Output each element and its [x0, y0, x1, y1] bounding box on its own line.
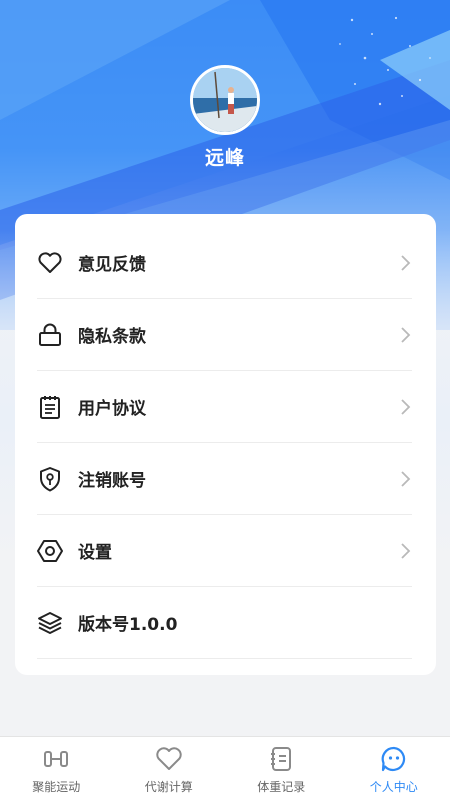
- username: 远峰: [204, 147, 245, 169]
- chevron-right-icon: [398, 397, 412, 417]
- tab-profile[interactable]: 个人中心: [338, 737, 450, 800]
- menu-item-privacy[interactable]: 隐私条款: [37, 299, 412, 371]
- menu-card: 意见反馈 隐私条款 用户协议 注销账号 设置 版本号1.0.0: [15, 214, 436, 675]
- heart-icon: [155, 745, 183, 773]
- hexagon-settings-icon: [37, 538, 63, 564]
- menu-item-user-agreement[interactable]: 用户协议: [37, 371, 412, 443]
- tab-label: 个人中心: [369, 780, 418, 794]
- chevron-right-icon: [398, 541, 412, 561]
- menu-item-label: 注销账号: [78, 471, 146, 491]
- tab-label: 代谢计算: [144, 780, 193, 794]
- face-icon: [380, 745, 408, 773]
- dumbbell-icon: [42, 745, 70, 773]
- menu-item-label: 意见反馈: [78, 255, 146, 275]
- menu-item-delete-account[interactable]: 注销账号: [37, 443, 412, 515]
- menu-item-settings[interactable]: 设置: [37, 515, 412, 587]
- chevron-right-icon: [398, 253, 412, 273]
- menu-item-label: 设置: [78, 543, 112, 563]
- layers-icon: [37, 610, 63, 636]
- menu-item-version: 版本号1.0.0: [37, 587, 412, 659]
- avatar-image: [193, 68, 257, 132]
- menu-item-label: 用户协议: [78, 399, 146, 419]
- notepad-icon: [37, 394, 63, 420]
- lock-icon: [37, 322, 63, 348]
- tab-sports[interactable]: 聚能运动: [0, 737, 113, 800]
- notebook-icon: [267, 745, 295, 773]
- tab-metabolism[interactable]: 代谢计算: [113, 737, 226, 800]
- menu-item-feedback[interactable]: 意见反馈: [37, 227, 412, 299]
- chevron-right-icon: [398, 325, 412, 345]
- heart-icon: [37, 250, 63, 276]
- chevron-right-icon: [398, 469, 412, 489]
- version-label: 版本号1.0.0: [78, 615, 178, 635]
- menu-item-label: 隐私条款: [78, 327, 146, 347]
- tab-label: 聚能运动: [32, 780, 81, 794]
- bottom-tab-bar: 聚能运动 代谢计算 体重记录 个人中心: [0, 736, 450, 800]
- avatar[interactable]: [190, 65, 260, 135]
- shield-key-icon: [37, 466, 63, 492]
- tab-weight-log[interactable]: 体重记录: [225, 737, 338, 800]
- tab-label: 体重记录: [257, 780, 306, 794]
